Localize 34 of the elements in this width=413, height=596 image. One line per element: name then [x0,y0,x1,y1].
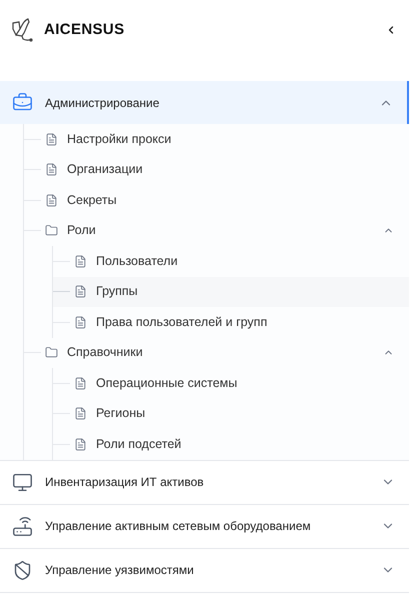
document-icon [74,285,87,298]
item-label: Настройки прокси [67,130,172,148]
item-label: Пользователи [96,252,178,270]
document-icon [45,194,58,207]
folder-icon [45,346,58,360]
section-title: Управление активным сетевым оборудованием [45,518,311,535]
section-title: Администрирование [45,94,160,112]
router-icon [12,516,33,536]
item-label: Группы [96,283,138,300]
section-header[interactable]: Администрирование [0,81,409,124]
document-icon [74,407,87,420]
section-title: Управление уязвимостями [45,562,194,579]
item-label: Роли [67,222,96,240]
folder-icon [45,224,58,238]
item-label: Регионы [96,405,146,422]
menu-item[interactable]: Группы [53,276,409,307]
item-label: Роли подсетей [96,436,182,453]
document-icon [45,132,58,146]
document-icon [74,438,87,451]
item-label: Секреты [67,192,117,209]
shield-icon [12,560,33,580]
item-label: Справочники [67,344,143,362]
monitor-icon [12,472,33,492]
document-icon [74,254,87,268]
item-label: Организации [67,161,143,178]
document-icon [45,163,58,176]
briefcase-icon [12,92,33,113]
section-title: Инвентаризация ИТ активов [45,474,204,491]
brand-name: AICENSUS [44,20,125,40]
logo-icon [11,17,33,43]
document-icon [74,316,87,329]
item-label: Права пользователей и групп [96,314,268,331]
document-icon [74,376,87,390]
item-label: Операционные системы [96,374,238,392]
